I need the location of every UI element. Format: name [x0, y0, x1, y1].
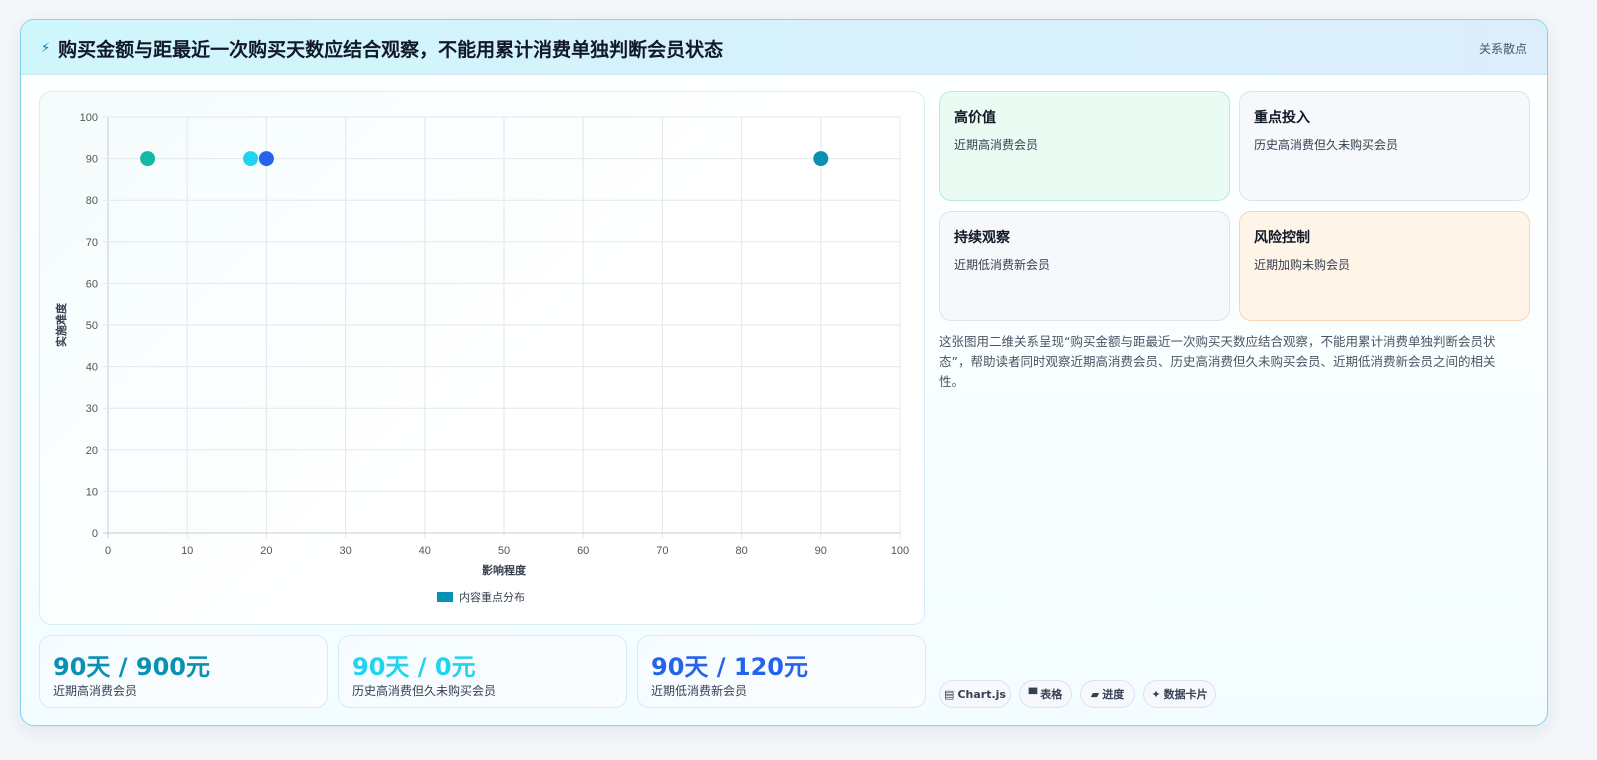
x-tick-label: 90 — [815, 545, 827, 557]
quadrant-desc: 近期高消费会员 — [954, 138, 1039, 152]
chip-label: 数据卡片 — [1163, 688, 1208, 701]
y-tick-label: 30 — [86, 403, 98, 415]
y-axis-title: 实施难度 — [54, 302, 68, 347]
y-tick-label: 60 — [86, 278, 98, 290]
y-tick-label: 10 — [86, 486, 98, 498]
page-title: ⚡ 购买金额与距最近一次购买天数应结合观察，不能用累计消费单独判断会员状态 — [41, 35, 723, 62]
quadrant-card-key-investment: 重点投入 历史高消费但久未购买会员 — [1239, 91, 1530, 201]
y-tick-label: 0 — [92, 528, 98, 540]
quadrant-card-risk: 风险控制 近期加购未购会员 — [1239, 211, 1530, 321]
chart-type-tag: 关系散点 — [1478, 42, 1527, 56]
stat-value: 90天 / 0元 — [352, 653, 476, 681]
stat-label: 历史高消费但久未购买会员 — [352, 684, 497, 698]
quadrant-title: 高价值 — [954, 110, 996, 126]
card-header: ⚡ 购买金额与距最近一次购买天数应结合观察，不能用累计消费单独判断会员状态 关系… — [21, 20, 1547, 75]
chip-progress[interactable]: ▰ 进度 — [1080, 680, 1135, 708]
stat-card-2: 90天 / 0元 历史高消费但久未购买会员 — [338, 635, 627, 708]
table-icon: ▀ — [1028, 687, 1038, 701]
data-point — [243, 151, 259, 167]
stat-card-3: 90天 / 120元 近期低消费新会员 — [637, 635, 926, 708]
x-tick-label: 0 — [105, 545, 111, 557]
quadrant-desc: 历史高消费但久未购买会员 — [1254, 138, 1399, 152]
x-tick-label: 40 — [419, 545, 431, 557]
quadrant-title: 持续观察 — [954, 230, 1010, 246]
stat-value: 90天 / 900元 — [53, 653, 210, 681]
data-point — [258, 151, 274, 167]
y-tick-label: 80 — [86, 195, 98, 207]
stat-card-1: 90天 / 900元 近期高消费会员 — [39, 635, 328, 708]
x-tick-label: 100 — [891, 545, 909, 557]
stat-label: 近期低消费新会员 — [651, 684, 748, 698]
data-point — [813, 151, 829, 167]
chart-panel: 0 10 20 30 40 50 60 70 80 90 100 0 10 20 30 40 50 60 70 80 9… — [39, 91, 925, 625]
x-tick-label: 60 — [577, 545, 589, 557]
legend-swatch — [437, 592, 453, 602]
stat-label: 近期高消费会员 — [53, 684, 138, 698]
chip-label: 表格 — [1040, 688, 1063, 701]
x-tick-label: 50 — [498, 545, 510, 557]
quadrant-desc: 近期低消费新会员 — [954, 258, 1051, 272]
x-axis-title: 影响程度 — [482, 563, 527, 577]
chip-chartjs[interactable]: ▤ Chart.js — [939, 680, 1011, 708]
quadrant-title: 重点投入 — [1254, 110, 1310, 126]
x-tick-label: 70 — [656, 545, 668, 557]
quadrant-card-observe: 持续观察 近期低消费新会员 — [939, 211, 1230, 321]
x-tick-label: 10 — [181, 545, 193, 557]
chip-data-card[interactable]: ✦ 数据卡片 — [1143, 680, 1216, 708]
x-tick-label: 30 — [339, 545, 351, 557]
y-tick-label: 100 — [80, 112, 98, 124]
title-text: 购买金额与距最近一次购买天数应结合观察，不能用累计消费单独判断会员状态 — [58, 39, 724, 61]
chart-description: 这张图用二维关系呈现“购买金额与距最近一次购买天数应结合观察，不能用累计消费单独… — [939, 334, 1496, 389]
lightning-icon: ⚡ — [41, 41, 51, 56]
chip-label: 进度 — [1102, 688, 1125, 701]
y-tick-label: 50 — [86, 320, 98, 332]
grid-icon: ▤ — [944, 687, 955, 701]
chip-table[interactable]: ▀ 表格 — [1019, 680, 1072, 708]
report-card: ⚡ 购买金额与距最近一次购买天数应结合观察，不能用累计消费单独判断会员状态 关系… — [20, 19, 1548, 726]
x-tick-label: 80 — [735, 545, 747, 557]
quadrant-desc: 近期加购未购会员 — [1254, 258, 1351, 272]
scatter-chart: 0 10 20 30 40 50 60 70 80 90 100 0 10 20 30 40 50 60 70 80 9… — [54, 112, 909, 604]
legend-label: 内容重点分布 — [459, 590, 525, 604]
x-tick-label: 20 — [260, 545, 272, 557]
progress-icon: ▰ — [1090, 687, 1100, 701]
y-tick-label: 20 — [86, 445, 98, 457]
y-tick-label: 70 — [86, 237, 98, 249]
data-point — [140, 151, 156, 167]
quadrant-card-high-value: 高价值 近期高消费会员 — [939, 91, 1230, 201]
quadrant-title: 风险控制 — [1254, 230, 1310, 246]
chip-label: Chart.js — [957, 687, 1006, 701]
y-tick-label: 40 — [86, 362, 98, 374]
stat-value: 90天 / 120元 — [651, 653, 808, 681]
y-tick-label: 90 — [86, 154, 98, 166]
sparkle-icon: ✦ — [1151, 687, 1161, 701]
